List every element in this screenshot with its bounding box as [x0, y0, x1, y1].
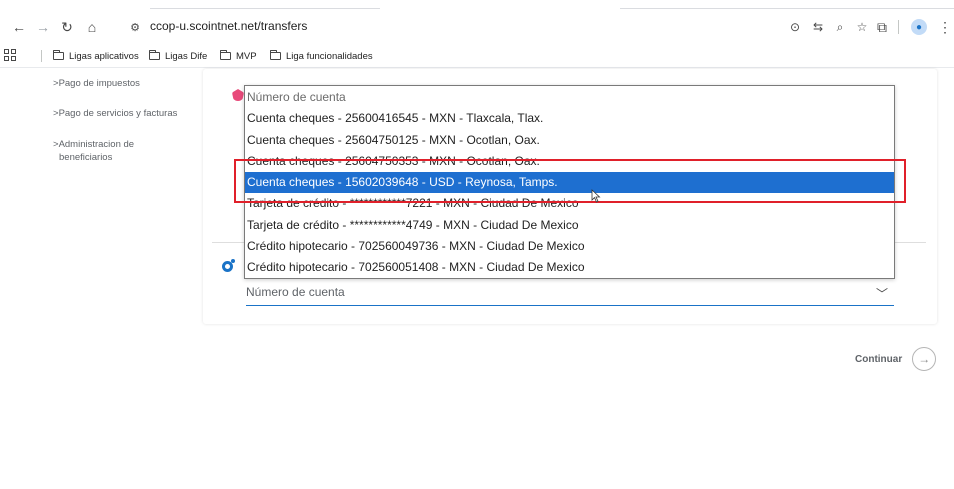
dropdown-placeholder[interactable]: Número de cuenta — [245, 87, 894, 108]
url-text[interactable]: ccop-u.scointnet.net/transfers — [150, 19, 307, 33]
sidebar-item-label: Pago de impuestos — [58, 78, 140, 89]
translate-icon[interactable]: ⇆ — [809, 19, 827, 35]
folder-icon — [270, 50, 281, 60]
profile-avatar-icon[interactable]: ● — [911, 19, 927, 35]
extensions-icon[interactable]: ⧉ — [873, 18, 891, 36]
field-placeholder: Número de cuenta — [246, 285, 345, 299]
sidebar-item-pago-impuestos[interactable]: >Pago de impuestos — [53, 77, 140, 90]
sidebar-item-label: Pago de servicios y facturas — [58, 108, 178, 119]
reload-icon[interactable]: ↻ — [58, 18, 76, 36]
arrow-right-icon[interactable]: → — [912, 347, 937, 371]
bookmarks-bar: Ligas aplicativos Ligas Dife MVP Liga fu… — [0, 44, 954, 68]
folder-icon — [220, 50, 231, 60]
tab-strip — [0, 0, 954, 10]
highlight-annotation — [234, 159, 906, 203]
bookmark-ligas-aplicativos[interactable]: Ligas aplicativos — [53, 49, 139, 63]
destination-account-icon — [222, 259, 235, 272]
menu-kebab-icon[interactable]: ⋮ — [936, 18, 954, 36]
bookmarks-divider — [41, 50, 42, 62]
bookmark-mvp[interactable]: MVP — [220, 49, 257, 63]
bookmark-label: Ligas aplicativos — [69, 50, 139, 62]
apps-grid-icon[interactable] — [4, 49, 16, 61]
continue-button[interactable]: Continuar → — [855, 347, 937, 371]
forward-icon[interactable]: → — [34, 18, 52, 36]
dropdown-option[interactable]: Crédito hipotecario - 702560051408 - MXN… — [245, 257, 894, 278]
sidebar-item-administracion-beneficiarios[interactable]: >Administracion de beneficiarios — [53, 138, 134, 164]
dropdown-option[interactable]: Crédito hipotecario - 702560049736 - MXN… — [245, 236, 894, 257]
sidebar-item-pago-servicios[interactable]: >Pago de servicios y facturas — [53, 107, 177, 120]
site-info-icon[interactable]: ⚙ — [126, 19, 144, 35]
location-icon[interactable]: ⊙ — [786, 19, 804, 35]
tab-divider — [620, 8, 954, 9]
back-icon[interactable]: ← — [10, 18, 28, 36]
folder-icon — [53, 50, 64, 60]
folder-icon — [149, 50, 160, 60]
zoom-icon[interactable]: ⌕ — [831, 19, 849, 35]
toolbar-divider — [898, 20, 899, 34]
dropdown-option[interactable]: Tarjeta de crédito - ************4749 - … — [245, 215, 894, 236]
tab-divider — [150, 8, 380, 9]
continue-label: Continuar — [855, 353, 903, 365]
bookmark-ligas-dife[interactable]: Ligas Dife — [149, 49, 207, 63]
destination-account-select[interactable]: Número de cuenta ﹀ — [246, 282, 894, 306]
sidebar-item-label: beneficiarios — [59, 152, 113, 163]
bookmark-liga-funcionalidades[interactable]: Liga funcionalidades — [270, 49, 373, 63]
dropdown-option[interactable]: Cuenta cheques - 25600416545 - MXN - Tla… — [245, 108, 894, 129]
bookmark-label: Ligas Dife — [165, 50, 208, 62]
browser-toolbar: ← → ↻ ⌂ ⚙ ccop-u.scointnet.net/transfers… — [0, 10, 954, 44]
home-icon[interactable]: ⌂ — [83, 18, 101, 36]
mouse-cursor-icon — [591, 189, 601, 203]
bookmark-label: MVP — [236, 50, 257, 62]
sidebar-item-label: Administracion de — [58, 139, 135, 150]
dropdown-option[interactable]: Cuenta cheques - 25604750125 - MXN - Oco… — [245, 130, 894, 151]
chevron-down-icon[interactable]: ﹀ — [876, 285, 888, 302]
bookmark-star-icon[interactable]: ☆ — [853, 19, 871, 35]
bookmark-label: Liga funcionalidades — [286, 50, 373, 62]
address-bar[interactable]: ⚙ ccop-u.scointnet.net/transfers ⊙ ⇆ ⌕ ☆ — [120, 15, 867, 39]
